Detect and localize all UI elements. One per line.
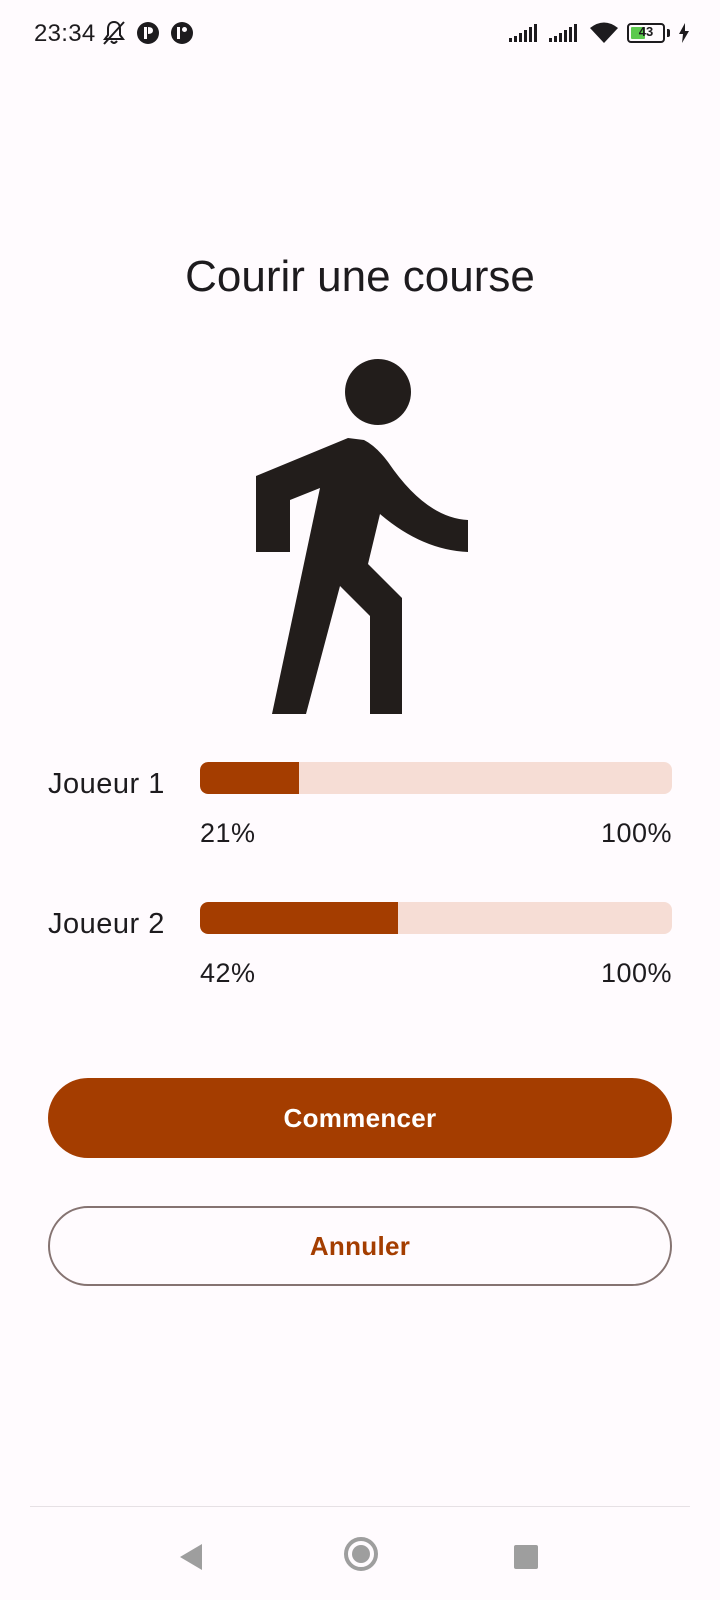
progress-max: 100% (600, 958, 672, 988)
progress-track (200, 762, 672, 794)
status-time: 23:34 (34, 20, 96, 47)
start-button[interactable]: Commencer (48, 1078, 672, 1158)
progress-value: 42% (200, 958, 256, 988)
player-label: Joueur 1 (48, 768, 165, 800)
status-right-icons: 43 (509, 22, 690, 44)
progress-fill (200, 902, 399, 934)
player-2-row: Joueur 2 42% 100% (48, 902, 672, 1012)
wifi-icon (590, 22, 618, 43)
home-icon[interactable] (344, 1537, 378, 1571)
charging-icon (679, 23, 689, 43)
player-1-row: Joueur 1 21% 100% (48, 762, 672, 872)
app-notification-icon (137, 22, 159, 44)
progress-value: 21% (200, 818, 256, 848)
bell-off-icon (103, 20, 125, 45)
battery-level: 43 (638, 24, 654, 39)
status-bar: 23:34 43 (0, 0, 720, 72)
battery-icon: 43 (627, 23, 665, 43)
page-title: Courir une course (185, 252, 535, 301)
signal-icon (509, 24, 537, 42)
progress-fill (200, 762, 300, 794)
back-icon[interactable] (180, 1544, 202, 1570)
battery-tip (667, 29, 670, 37)
progress-max: 100% (600, 818, 672, 848)
signal-icon (549, 24, 577, 42)
status-left-icons (102, 20, 194, 46)
progress-track (200, 902, 672, 934)
directions-walk-icon (256, 359, 468, 714)
cancel-button[interactable]: Annuler (48, 1206, 672, 1286)
player-label: Joueur 2 (48, 908, 165, 940)
recents-icon[interactable] (514, 1545, 538, 1569)
app-notification-icon (171, 22, 193, 44)
